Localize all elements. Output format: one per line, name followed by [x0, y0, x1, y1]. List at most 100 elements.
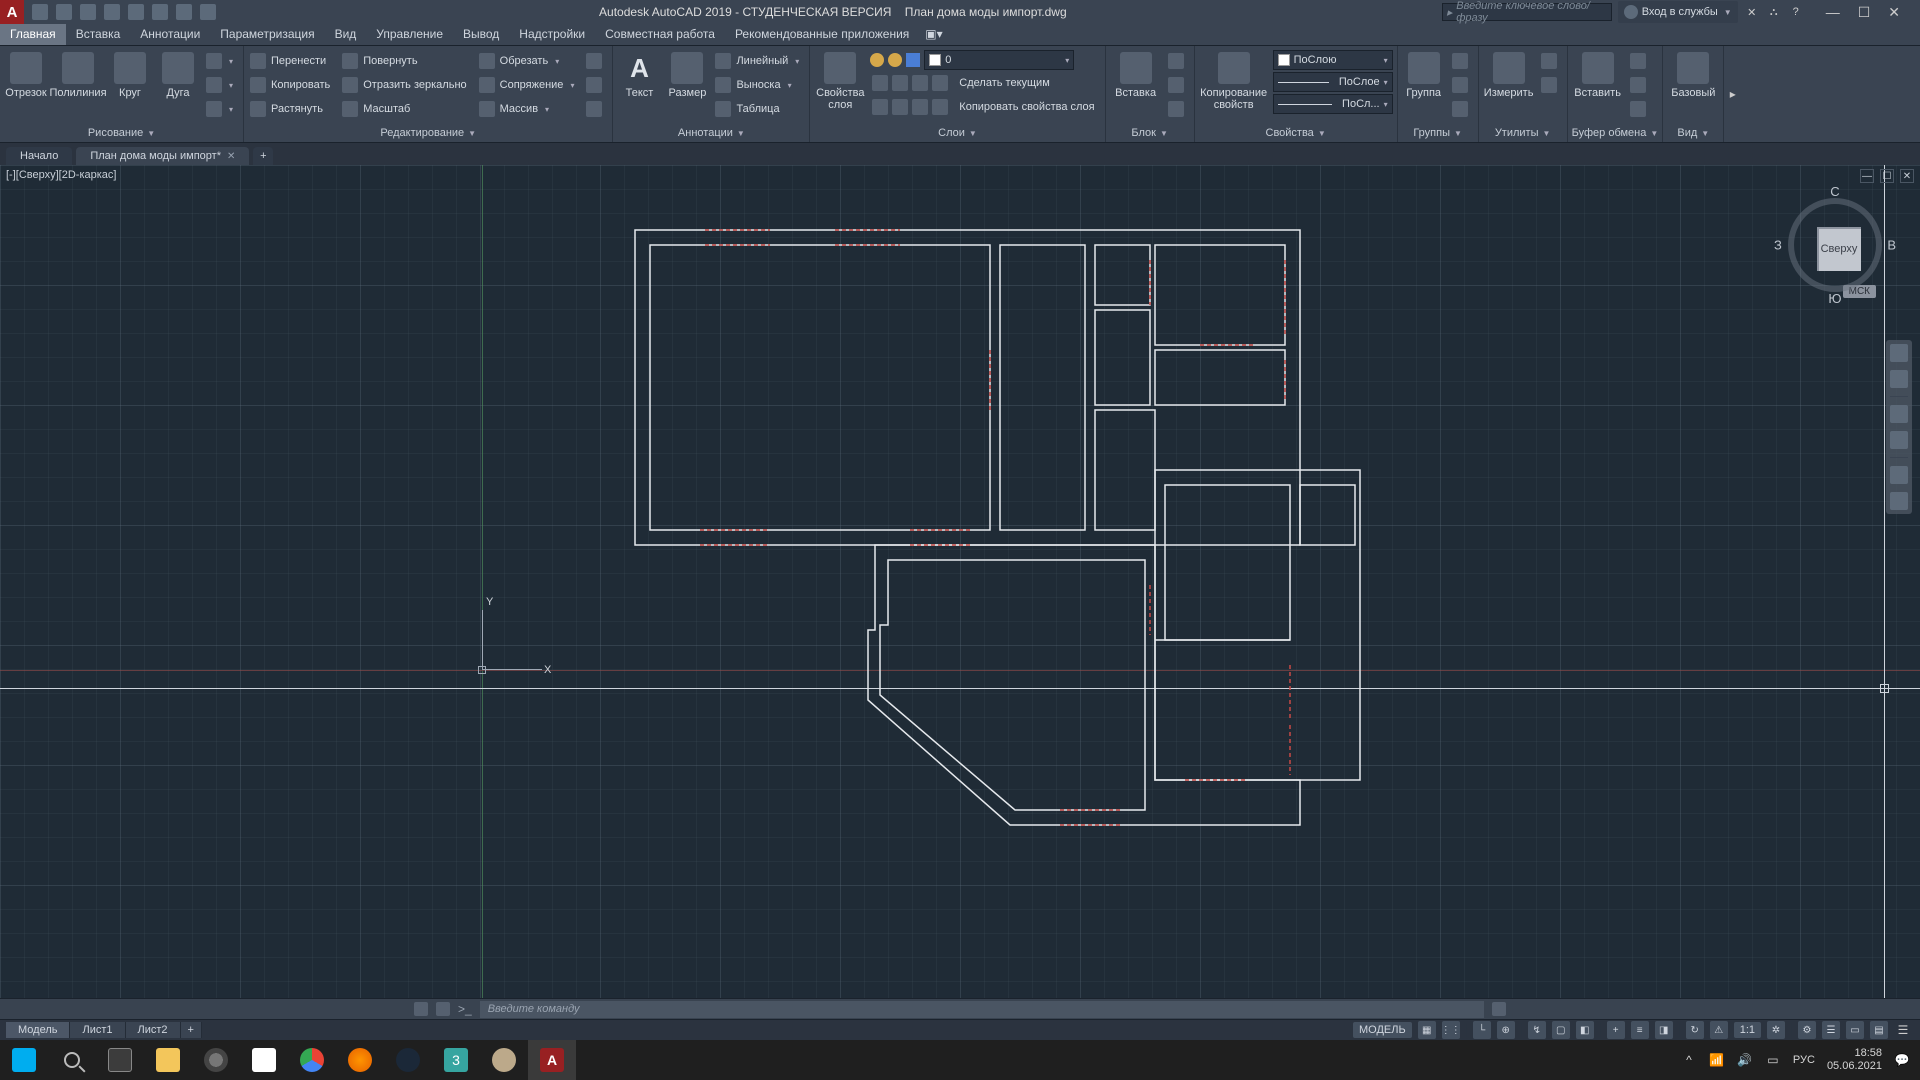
- tab-view[interactable]: Вид: [325, 24, 367, 45]
- dim-button[interactable]: Размер: [665, 48, 709, 99]
- lineweight-dropdown[interactable]: ПоСлое▾: [1273, 72, 1393, 92]
- cmd-close-icon[interactable]: [414, 1002, 428, 1016]
- layer-state-2-icon[interactable]: [888, 53, 902, 67]
- status-menu-icon[interactable]: ☰: [1894, 1021, 1912, 1039]
- close-button[interactable]: ✕: [1888, 4, 1900, 21]
- draw-extra-2[interactable]: ▾: [204, 74, 239, 96]
- tray-battery-icon[interactable]: ▭: [1765, 1052, 1781, 1068]
- status-osnap-icon[interactable]: ▢: [1552, 1021, 1570, 1039]
- clip-extra-3[interactable]: [1628, 98, 1652, 120]
- nav-orbit-icon[interactable]: [1890, 431, 1908, 449]
- nav-extra-icon[interactable]: [1890, 492, 1908, 510]
- viewcube-south[interactable]: Ю: [1828, 291, 1841, 306]
- tab-addins[interactable]: Надстройки: [509, 24, 595, 45]
- measure-button[interactable]: Измерить: [1483, 48, 1535, 99]
- paste-button[interactable]: Вставить: [1572, 48, 1624, 99]
- taskbar-steam[interactable]: [384, 1040, 432, 1080]
- layer-state-3-icon[interactable]: [906, 53, 920, 67]
- tray-notifications-icon[interactable]: 💬: [1894, 1052, 1910, 1068]
- taskbar-explorer[interactable]: [144, 1040, 192, 1080]
- nav-zoom-icon[interactable]: [1890, 405, 1908, 423]
- doc-tab-current[interactable]: План дома моды импорт*✕: [76, 147, 249, 165]
- block-extra-3[interactable]: [1166, 98, 1190, 120]
- vp-close-icon[interactable]: ✕: [1900, 169, 1914, 183]
- ribbon-overflow-icon[interactable]: ▸: [1723, 46, 1741, 142]
- tray-language[interactable]: РУС: [1793, 1054, 1815, 1066]
- status-workspace-icon[interactable]: ⚙: [1798, 1021, 1816, 1039]
- viewcube-face[interactable]: Сверху: [1817, 227, 1861, 271]
- make-current-button[interactable]: Сделать текущим: [870, 72, 1100, 94]
- status-transparency-icon[interactable]: ◨: [1655, 1021, 1673, 1039]
- qat-new-icon[interactable]: [32, 4, 48, 20]
- status-lnwt-icon[interactable]: ≡: [1631, 1021, 1649, 1039]
- draw-extra-3[interactable]: ▾: [204, 98, 239, 120]
- taskbar-autocad[interactable]: A: [528, 1040, 576, 1080]
- insert-block-button[interactable]: Вставка: [1110, 48, 1162, 99]
- tray-volume-icon[interactable]: 🔊: [1737, 1052, 1753, 1068]
- tab-home[interactable]: Главная: [0, 24, 66, 45]
- qat-plot-icon[interactable]: [128, 4, 144, 20]
- status-dynamic-icon[interactable]: +: [1607, 1021, 1625, 1039]
- taskbar-store[interactable]: [240, 1040, 288, 1080]
- doc-tab-add[interactable]: +: [253, 147, 273, 165]
- match-layer-button[interactable]: Копировать свойства слоя: [870, 96, 1100, 118]
- qat-undo-icon[interactable]: [152, 4, 168, 20]
- help-icon[interactable]: ?: [1788, 4, 1804, 20]
- mirror-button[interactable]: Отразить зеркально: [340, 74, 472, 96]
- layer-dropdown[interactable]: 0 ▾: [924, 50, 1074, 70]
- taskbar-taskview[interactable]: [96, 1040, 144, 1080]
- tab-annotate[interactable]: Аннотации: [130, 24, 210, 45]
- scale-button[interactable]: Масштаб: [340, 98, 472, 120]
- stretch-button[interactable]: Растянуть: [248, 98, 336, 120]
- status-annomonitor-icon[interactable]: ⚠: [1710, 1021, 1728, 1039]
- taskbar-3dsmax[interactable]: 3: [432, 1040, 480, 1080]
- help-search-input[interactable]: ▸ Введите ключевое слово/фразу: [1442, 3, 1612, 21]
- util-extra-1[interactable]: [1539, 50, 1563, 72]
- group-extra-3[interactable]: [1450, 98, 1474, 120]
- taskbar-chrome[interactable]: [288, 1040, 336, 1080]
- cmd-history-icon[interactable]: [1492, 1002, 1506, 1016]
- command-input[interactable]: Введите команду: [480, 1001, 1484, 1018]
- move-button[interactable]: Перенести: [248, 50, 336, 72]
- layout-tab-add[interactable]: +: [181, 1022, 202, 1038]
- block-extra-2[interactable]: [1166, 74, 1190, 96]
- taskbar-app[interactable]: [480, 1040, 528, 1080]
- table-button[interactable]: Таблица: [713, 98, 805, 120]
- status-clean-icon[interactable]: ▭: [1846, 1021, 1864, 1039]
- tab-insert[interactable]: Вставка: [66, 24, 131, 45]
- qat-saveas-icon[interactable]: [104, 4, 120, 20]
- signin-button[interactable]: Вход в службы ▼: [1618, 1, 1738, 23]
- drawing-area[interactable]: [-][Сверху][2D-каркас] — ☐ ✕ Y X: [0, 165, 1920, 998]
- tab-featured[interactable]: Рекомендованные приложения: [725, 24, 919, 45]
- status-ortho-icon[interactable]: └: [1473, 1021, 1491, 1039]
- text-button[interactable]: AТекст: [617, 48, 661, 99]
- circle-button[interactable]: Круг: [108, 48, 152, 99]
- qat-save-icon[interactable]: [80, 4, 96, 20]
- polyline-button[interactable]: Полилиния: [52, 48, 104, 99]
- viewcube[interactable]: Сверху С Ю В З: [1780, 190, 1890, 300]
- group-extra-2[interactable]: [1450, 74, 1474, 96]
- tray-clock[interactable]: 18:58 05.06.2021: [1827, 1047, 1882, 1073]
- viewcube-west[interactable]: З: [1774, 238, 1782, 253]
- qat-dropdown-icon[interactable]: [200, 4, 216, 20]
- clip-extra-2[interactable]: [1628, 74, 1652, 96]
- tray-network-icon[interactable]: 📶: [1709, 1052, 1725, 1068]
- nav-pan-icon[interactable]: [1890, 370, 1908, 388]
- close-doc-icon[interactable]: ✕: [227, 151, 235, 162]
- tab-parametric[interactable]: Параметризация: [210, 24, 324, 45]
- tab-output[interactable]: Вывод: [453, 24, 509, 45]
- viewcube-north[interactable]: С: [1830, 184, 1839, 199]
- clip-extra-1[interactable]: [1628, 50, 1652, 72]
- cmd-config-icon[interactable]: [436, 1002, 450, 1016]
- exchange-icon[interactable]: ✕: [1744, 4, 1760, 20]
- viewcube-east[interactable]: В: [1887, 238, 1896, 253]
- tab-manage[interactable]: Управление: [366, 24, 453, 45]
- block-extra-1[interactable]: [1166, 50, 1190, 72]
- modify-extra-3[interactable]: [584, 98, 608, 120]
- layout-tab-model[interactable]: Модель: [6, 1022, 70, 1038]
- layout-tab-2[interactable]: Лист2: [126, 1022, 181, 1038]
- layout-tab-1[interactable]: Лист1: [70, 1022, 125, 1038]
- app-logo-icon[interactable]: A: [0, 0, 24, 24]
- viewport-label[interactable]: [-][Сверху][2D-каркас]: [6, 169, 116, 181]
- status-hw-icon[interactable]: ▤: [1870, 1021, 1888, 1039]
